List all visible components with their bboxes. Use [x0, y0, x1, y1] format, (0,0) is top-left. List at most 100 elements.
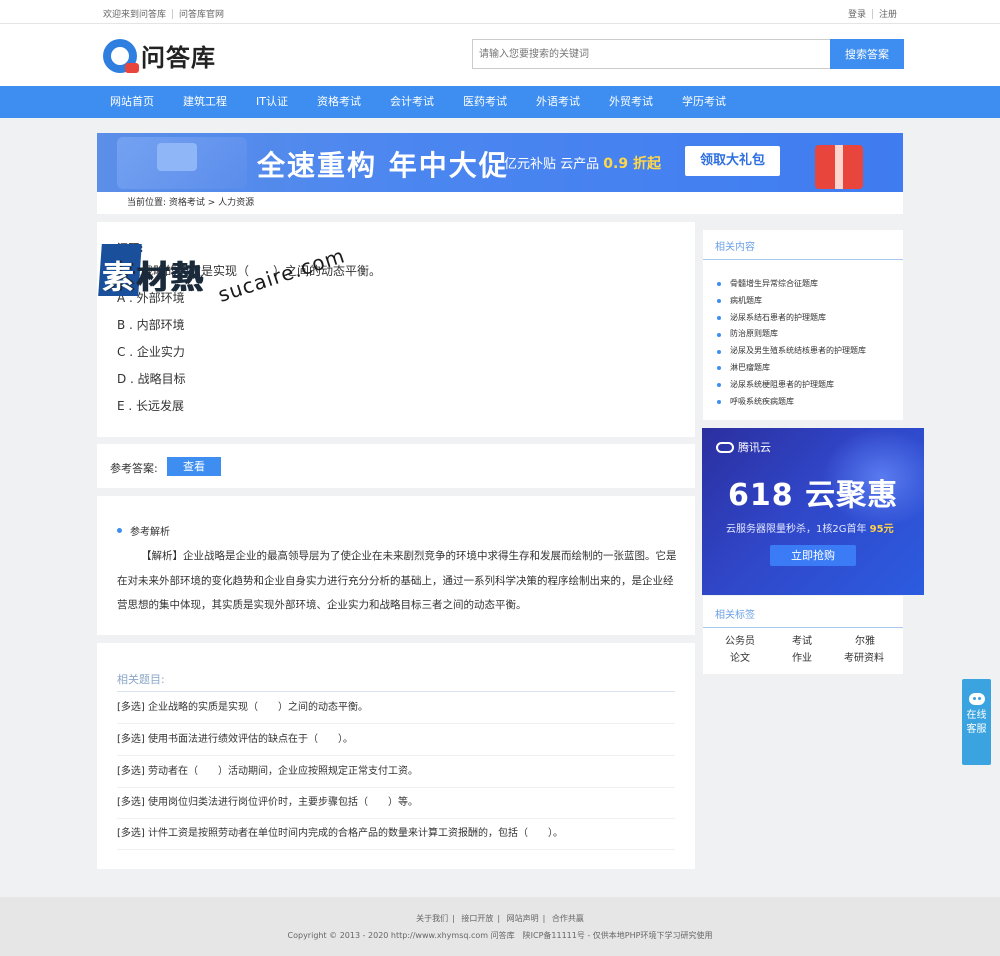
bullet-icon [717, 349, 721, 354]
footer-link-statement[interactable]: 网站声明 [507, 914, 539, 923]
related-question-item[interactable]: [多选] 企业战略的实质是实现（ ）之间的动态平衡。 [117, 692, 675, 724]
footer: 关于我们 | 接口开放 | 网站声明 | 合作共赢 Copyright © 2013 … [0, 897, 1000, 956]
gift-box-icon [815, 145, 863, 189]
option-b: B . 内部环境 [117, 318, 185, 332]
related-content-item[interactable]: 病机题库 [717, 293, 866, 310]
nav-item-medicine[interactable]: 医药考试 [463, 86, 507, 118]
footer-copyright: Copyright © 2013 - 2020 http://www.xhyms… [287, 931, 713, 940]
register-link[interactable]: 注册 [879, 7, 897, 20]
breadcrumb-prefix: 当前位置: [127, 198, 167, 208]
related-content-label: 呼吸系统疾病题库 [730, 396, 794, 406]
ad-sub-prefix: 云服务器限量秒杀，1核2G首年 [726, 524, 870, 535]
welcome-text: 欢迎来到问答库 [103, 10, 167, 20]
nav-item-accounting[interactable]: 会计考试 [390, 86, 434, 118]
related-question-item[interactable]: [多选] 计件工资是按照劳动者在单位时间内完成的合格产品的数量来计算工资报酬的，… [117, 818, 675, 850]
site-logo[interactable]: 问答库 [103, 38, 216, 73]
watermark-en: sucaire.com [215, 243, 349, 307]
explanation-body: 【解析】企业战略是企业的最高领导层为了使企业在未来剧烈竞争的环境中求得生存和发展… [117, 550, 677, 611]
main-nav: 网站首页 建筑工程 IT认证 资格考试 会计考试 医药考试 外语考试 外贸考试 … [0, 86, 1000, 118]
related-content-label: 泌尿系统梗阻患者的护理题库 [730, 379, 834, 389]
footer-link-api[interactable]: 接口开放 [461, 914, 493, 923]
tag-item[interactable]: 考试 [792, 632, 812, 647]
logo-text: 问答库 [141, 44, 216, 72]
bullet-icon [717, 299, 721, 304]
bullet-icon [117, 528, 122, 533]
related-content-label: 泌尿及男生殖系统结核患者的护理题库 [730, 346, 866, 356]
nav-item-foreign-trade[interactable]: 外贸考试 [609, 86, 653, 118]
footer-link-cooperation[interactable]: 合作共赢 [552, 914, 584, 923]
nav-item-education[interactable]: 学历考试 [682, 86, 726, 118]
related-content-item[interactable]: 泌尿系结石患者的护理题库 [717, 310, 866, 327]
related-content-item[interactable]: 淋巴瘤题库 [717, 360, 866, 377]
related-content-list: 骨髓增生异常综合征题库 病机题库 泌尿系结石患者的护理题库 防治原则题库 泌尿及… [717, 276, 866, 410]
footer-sep: | [452, 914, 455, 923]
online-service-button[interactable]: 在线客服 [962, 679, 991, 765]
watermark-cn-1: 素 [102, 258, 137, 296]
banner-sub-highlight: 0.9 折起 [603, 156, 661, 172]
nav-item-it-cert[interactable]: IT认证 [256, 86, 288, 118]
related-tags-heading: 相关标签 [715, 610, 755, 621]
related-question-item[interactable]: [多选] 使用书面法进行绩效评估的缺点在于（ ）。 [117, 724, 675, 756]
option-d: D . 战略目标 [117, 372, 186, 386]
related-content-panel: 相关内容 骨髓增生异常综合征题库 病机题库 泌尿系结石患者的护理题库 防治原则题… [703, 230, 903, 420]
ad-buy-button[interactable]: 立即抢购 [770, 545, 856, 566]
nav-item-construction[interactable]: 建筑工程 [183, 86, 227, 118]
promo-banner[interactable]: 全速重构 年中大促 亿元补贴 云产品 0.9 折起 领取大礼包 [97, 133, 903, 192]
bullet-icon [717, 399, 721, 404]
banner-title: 全速重构 年中大促 [257, 149, 509, 182]
tag-item[interactable]: 作业 [792, 649, 812, 664]
login-link[interactable]: 登录 [848, 7, 866, 20]
breadcrumb-path[interactable]: 资格考试 > 人力资源 [169, 198, 254, 208]
footer-sep: | [542, 914, 546, 923]
related-content-item[interactable]: 呼吸系统疾病题库 [717, 394, 866, 411]
top-bar-left: 欢迎来到问答库 问答库官网 [103, 7, 224, 20]
header: 问答库 搜索答案 [0, 24, 1000, 86]
tag-item[interactable]: 尔雅 [855, 632, 875, 647]
answer-panel: 参考答案: 查看 [97, 444, 695, 488]
nav-item-language[interactable]: 外语考试 [536, 86, 580, 118]
online-service-label: 在线客服 [966, 710, 987, 735]
explanation-panel: 参考解析 【解析】企业战略是企业的最高领导层为了使企业在未来剧烈竞争的环境中求得… [97, 496, 695, 635]
related-question-item[interactable]: [多选] 劳动者在（ ）活动期间，企业应按照规定正常支付工资。 [117, 756, 675, 788]
footer-sep: | [497, 914, 501, 923]
ad-subtitle: 云服务器限量秒杀，1核2G首年 95元 [726, 520, 894, 535]
option-c: C . 企业实力 [117, 345, 185, 359]
search-input[interactable] [472, 39, 830, 69]
related-content-item[interactable]: 防治原则题库 [717, 326, 866, 343]
watermark-cn: 素材熱 [102, 252, 204, 298]
search-bar: 搜索答案 [472, 39, 904, 69]
related-content-label: 病机题库 [730, 295, 762, 305]
related-question-item[interactable]: [多选] 使用岗位归类法进行岗位评价时，主要步骤包括（ ）等。 [117, 787, 675, 819]
nav-item-home[interactable]: 网站首页 [110, 86, 154, 118]
tag-item[interactable]: 考研资料 [844, 649, 884, 664]
tag-item[interactable]: 公务员 [725, 632, 755, 647]
ad-brand: 腾讯云 [716, 439, 771, 455]
ad-sub-price: 95元 [869, 524, 894, 535]
nav-item-qualification[interactable]: 资格考试 [317, 86, 361, 118]
related-content-item[interactable]: 泌尿及男生殖系统结核患者的护理题库 [717, 343, 866, 360]
official-site-link[interactable]: 问答库官网 [179, 7, 224, 20]
bullet-icon [717, 282, 721, 287]
related-tags-panel: 相关标签 公务员 考试 尔雅 论文 作业 考研资料 [703, 596, 903, 674]
cloud-ad-banner[interactable]: 腾讯云 618 云聚惠 云服务器限量秒杀，1核2G首年 95元 立即抢购 [702, 428, 924, 595]
ad-brand-text: 腾讯云 [738, 441, 771, 454]
related-content-item[interactable]: 骨髓增生异常综合征题库 [717, 276, 866, 293]
view-answer-button[interactable]: 查看 [167, 457, 221, 476]
option-e: E . 长远发展 [117, 399, 185, 413]
divider [703, 259, 903, 260]
bullet-icon [717, 383, 721, 388]
related-content-item[interactable]: 泌尿系统梗阻患者的护理题库 [717, 377, 866, 394]
related-content-label: 骨髓增生异常综合征题库 [730, 279, 818, 288]
footer-link-about[interactable]: 关于我们 [416, 914, 448, 923]
top-bar-right: 登录 注册 [848, 7, 897, 20]
banner-claim-button[interactable]: 领取大礼包 [685, 146, 780, 176]
banner-illustration-chat [157, 143, 197, 171]
breadcrumb: 当前位置: 资格考试 > 人力资源 [97, 192, 903, 214]
divider [172, 8, 174, 19]
answer-label: 参考答案: [110, 462, 158, 475]
bullet-icon [717, 366, 721, 371]
watermark-cn-2: 材熱 [136, 258, 205, 296]
tag-item[interactable]: 论文 [730, 649, 750, 664]
search-button[interactable]: 搜索答案 [830, 39, 904, 69]
wechat-icon [968, 693, 985, 705]
